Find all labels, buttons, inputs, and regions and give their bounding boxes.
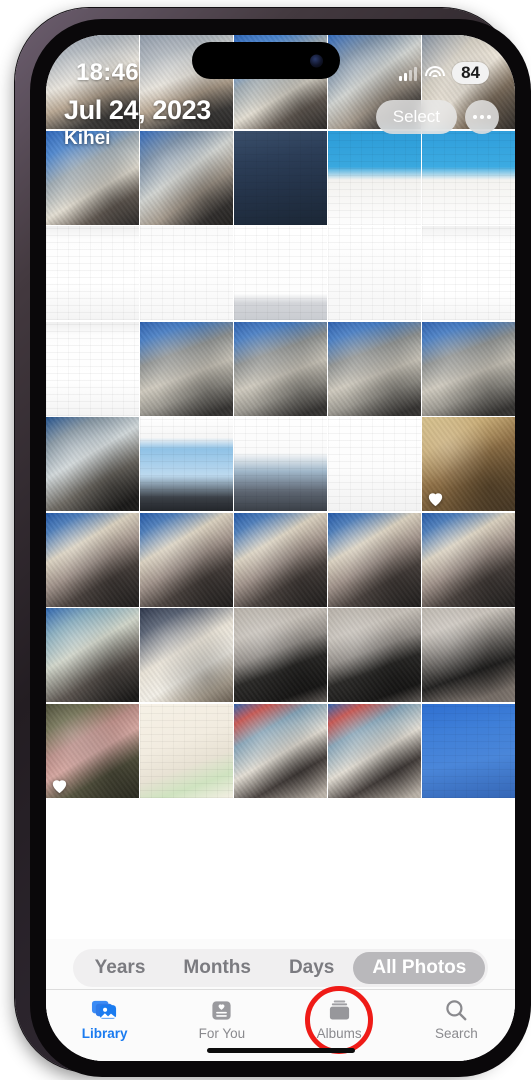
photo-thumbnail[interactable] xyxy=(46,512,139,607)
photo-thumbnail[interactable] xyxy=(46,703,139,798)
albums-stack-icon xyxy=(325,997,353,1023)
photo-thumbnail[interactable] xyxy=(140,512,233,607)
cellular-signal-icon xyxy=(398,66,418,81)
segment-days[interactable]: Days xyxy=(270,952,353,984)
status-clock: 18:46 xyxy=(76,59,139,86)
photo-thumbnail[interactable] xyxy=(140,226,233,320)
segment-all-photos[interactable]: All Photos xyxy=(353,952,486,984)
ellipsis-icon xyxy=(473,115,477,119)
photo-thumbnail[interactable] xyxy=(234,226,327,320)
more-options-button[interactable] xyxy=(465,100,499,134)
battery-percent-badge: 84 xyxy=(452,61,489,85)
photo-thumbnail[interactable] xyxy=(140,417,233,511)
tab-label: Search xyxy=(434,1026,478,1041)
magnifier-icon xyxy=(442,997,470,1023)
photo-thumbnail[interactable] xyxy=(422,321,515,416)
status-indicators: 84 xyxy=(398,61,489,85)
front-camera-icon xyxy=(309,54,323,67)
header-date: Jul 24, 2023 xyxy=(64,95,211,125)
header-place: Kihei xyxy=(64,127,111,149)
segment-months[interactable]: Months xyxy=(164,952,270,984)
favorite-heart-icon xyxy=(51,778,68,794)
photo-thumbnail[interactable] xyxy=(234,417,327,511)
photo-thumbnail[interactable] xyxy=(140,608,233,702)
photo-grid[interactable] xyxy=(46,35,515,939)
segment-years[interactable]: Years xyxy=(76,952,165,984)
tab-label: For You xyxy=(198,1026,246,1041)
photo-thumbnail[interactable] xyxy=(328,226,421,320)
photo-thumbnail[interactable] xyxy=(422,512,515,607)
photo-thumbnail[interactable] xyxy=(328,703,421,798)
photo-thumbnail[interactable] xyxy=(328,608,421,702)
photo-thumbnail[interactable] xyxy=(422,608,515,702)
photo-thumbnail[interactable] xyxy=(422,703,515,798)
phone-device-frame: 18:46 84 Jul 24, 2023 Kihei Select Years… xyxy=(15,8,531,1077)
photo-thumbnail[interactable] xyxy=(328,512,421,607)
photo-thumbnail[interactable] xyxy=(234,321,327,416)
photo-thumbnail[interactable] xyxy=(46,417,139,511)
photo-thumbnail[interactable] xyxy=(422,417,515,511)
tab-search[interactable]: Search xyxy=(398,997,515,1041)
photo-thumbnail[interactable] xyxy=(234,703,327,798)
tab-library[interactable]: Library xyxy=(46,997,163,1041)
photo-thumbnail[interactable] xyxy=(422,226,515,320)
timeline-scope-wrap: Years Months Days All Photos xyxy=(46,939,515,987)
tab-albums[interactable]: Albums xyxy=(281,986,398,1054)
home-indicator[interactable] xyxy=(206,1048,355,1053)
select-button[interactable]: Select xyxy=(375,100,457,134)
tab-label: Library xyxy=(81,1026,128,1041)
favorite-heart-icon xyxy=(427,491,444,507)
nav-actions: Select xyxy=(375,100,499,134)
wifi-icon xyxy=(424,65,445,81)
photo-library-icon xyxy=(91,997,119,1023)
photo-thumbnail[interactable] xyxy=(46,321,139,416)
bottom-chrome: Years Months Days All Photos Library For You… xyxy=(46,939,515,1061)
dynamic-island xyxy=(191,42,340,79)
tab-label: Albums xyxy=(316,1026,362,1041)
photo-thumbnail[interactable] xyxy=(46,608,139,702)
tab-for-you[interactable]: For You xyxy=(163,997,280,1041)
photo-thumbnail[interactable] xyxy=(140,703,233,798)
photo-thumbnail[interactable] xyxy=(234,512,327,607)
photo-thumbnail[interactable] xyxy=(234,608,327,702)
photo-thumbnail[interactable] xyxy=(328,417,421,511)
photo-thumbnail[interactable] xyxy=(46,226,139,320)
timeline-segmented-control[interactable]: Years Months Days All Photos xyxy=(72,949,489,987)
photo-thumbnail[interactable] xyxy=(140,321,233,416)
date-location-header: Jul 24, 2023 Kihei xyxy=(64,95,211,149)
for-you-heart-card-icon xyxy=(208,997,236,1023)
photos-navigation-bar: Jul 24, 2023 Kihei Select xyxy=(46,95,515,152)
photo-thumbnail[interactable] xyxy=(328,321,421,416)
phone-screen: 18:46 84 Jul 24, 2023 Kihei Select Years… xyxy=(46,35,515,1061)
